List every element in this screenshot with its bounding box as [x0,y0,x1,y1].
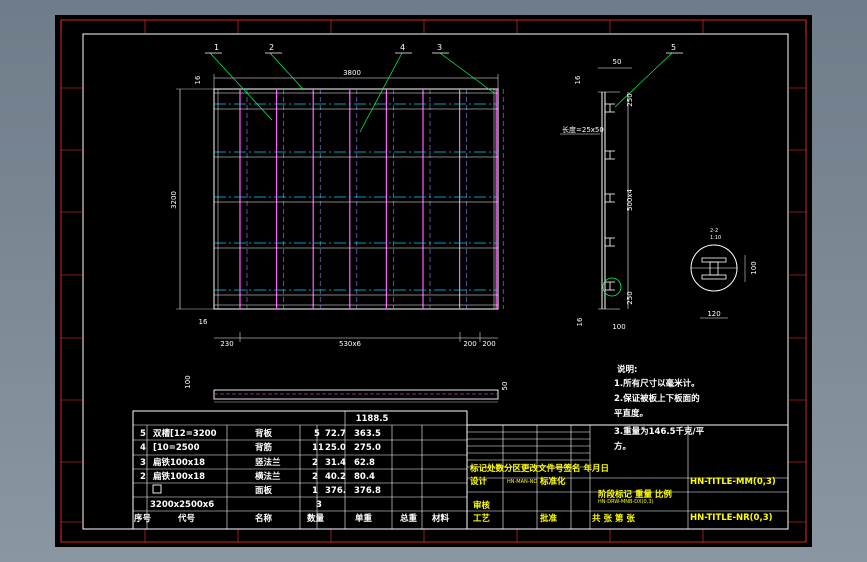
svg-text:3: 3 [140,458,146,468]
bom-row-2: 4 [10=2500 背筋 11 25.0 275.0 [140,442,381,453]
standardization-label: 标准化 [539,476,566,487]
section-dim-height: 100 [750,261,758,274]
note-line-4: 3.重量为146.5千克/平 [614,426,705,437]
svg-text:25.0: 25.0 [325,443,346,453]
svg-text:72.7: 72.7 [325,429,346,439]
section-scale: 1:10 [710,235,721,241]
notes-heading: 说明: [617,364,637,375]
svg-text:2: 2 [312,472,318,482]
dim-left: 230 [220,340,233,348]
svg-text:275.0: 275.0 [354,443,381,453]
leader-label-5: 5 [671,43,676,52]
approval-label: 批准 [540,513,558,524]
title-field-2: HN-TITLE-NR(0,3) [690,513,773,523]
svg-text:[10=2500: [10=2500 [153,443,200,453]
side-dim-bottom-width: 100 [612,323,625,331]
section-title: 2-2 [710,228,718,234]
bom-total-qty: 3 [316,500,322,510]
svg-text:竖法兰: 竖法兰 [255,457,281,468]
dim-width: 3800 [343,69,361,77]
svg-text:名称: 名称 [255,513,273,524]
note-line-2: 2.保证被板上下板面的 [614,393,700,404]
svg-text:总重: 总重 [400,513,418,524]
side-annotation: 长度=25x50 [562,125,604,134]
revision-header: 标记处数分区更改文件号签名 年月日 [469,463,609,474]
svg-text:62.8: 62.8 [354,458,375,468]
svg-text:2: 2 [312,458,318,468]
svg-text:序号: 序号 [133,513,152,524]
cad-viewport[interactable]: 3800 16 3200 16 230 530x6 200 200 1 2 4 … [0,0,867,562]
svg-text:80.4: 80.4 [354,472,375,482]
bom-plate-size: 3200x2500x6 [150,500,214,510]
leader-label-1: 1 [214,43,219,52]
side-dim-bottom: 250 [626,291,634,304]
drawing-code: HN-DRW-MNB-DX(0,3) [598,499,653,505]
process-label: 工艺 [473,513,491,524]
svg-text:扁铁100x18: 扁铁100x18 [153,471,205,482]
bom-total: 1188.5 [356,414,389,424]
note-line-1: 1.所有尺寸以毫米计。 [614,378,700,389]
sheet-label: 共 张 第 张 [592,513,635,524]
svg-text:1: 1 [312,486,318,496]
elev-dim-left: 100 [184,375,192,388]
svg-text:376.8: 376.8 [354,486,381,496]
dim-height: 3200 [170,191,178,209]
svg-text:363.5: 363.5 [354,429,381,439]
side-dim-bottom-offset: 16 [576,317,584,326]
side-dim-width: 50 [613,58,622,66]
svg-text:数量: 数量 [307,513,325,524]
side-dim-top-offset: 16 [574,75,582,84]
leader-label-3: 3 [437,43,442,52]
svg-text:376.: 376. [325,486,346,496]
svg-text:4: 4 [140,443,146,453]
dim-right-2: 200 [482,340,495,348]
bom-row-1: 5 双槽[12=3200 背板 5 72.7 363.5 [140,428,381,439]
design-label: 设计 [470,476,488,487]
svg-text:面板: 面板 [255,485,273,496]
svg-text:扁铁100x18: 扁铁100x18 [153,457,205,468]
leader-label-2: 2 [269,43,274,52]
svg-text:31.4: 31.4 [325,458,346,468]
side-dim-mid: 500x4 [626,188,634,211]
svg-text:横法兰: 横法兰 [254,471,281,482]
note-line-5: 方。 [614,441,631,452]
review-label: 审核 [473,500,491,511]
side-dim-top: 250 [626,93,634,106]
drawing-canvas[interactable]: 3800 16 3200 16 230 530x6 200 200 1 2 4 … [0,0,867,562]
bom-row-3: 3 扁铁100x18 竖法兰 2 31.4 62.8 [140,457,375,468]
svg-text:双槽[12=3200: 双槽[12=3200 [153,428,217,439]
svg-text:材料: 材料 [431,513,450,524]
svg-text:背板: 背板 [255,428,273,439]
svg-text:单重: 单重 [355,513,373,524]
leader-label-4: 4 [400,43,405,52]
svg-text:5: 5 [140,429,146,439]
svg-text:代号: 代号 [177,513,196,524]
dim-spacing: 530x6 [339,340,362,348]
title-field-1: HN-TITLE-MM(0,3) [690,477,776,487]
svg-text:背筋: 背筋 [255,442,273,453]
dim-bottom-margin: 16 [199,318,208,326]
note-line-3: 平直度。 [614,408,648,419]
svg-text:5: 5 [314,429,320,439]
svg-text:11: 11 [312,443,324,453]
dim-top-margin: 16 [194,75,202,84]
svg-text:40.2: 40.2 [325,472,346,482]
section-dim-width: 120 [707,310,720,318]
bom-row-4: 2 扁铁100x18 横法兰 2 40.2 80.4 [140,471,375,482]
elev-dim-right: 50 [501,382,509,391]
dim-right-1: 200 [463,340,476,348]
design-code: HN-MAN-NO [507,479,537,485]
svg-text:2: 2 [140,472,146,482]
